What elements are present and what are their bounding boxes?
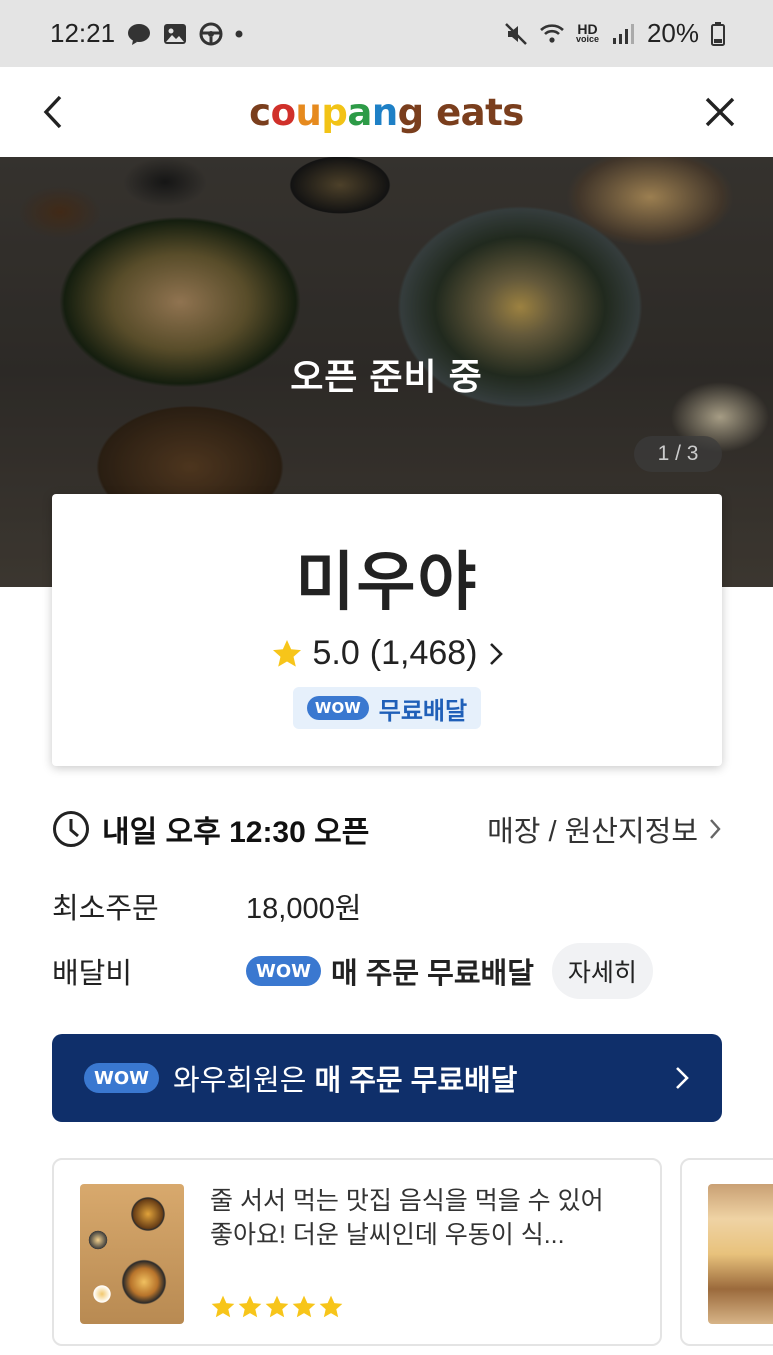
preparing-status-text: 오픈 준비 중 [290, 356, 483, 397]
store-info-card: 미우야 5.0 (1,468) WOW 무료배달 [52, 494, 722, 766]
status-time: 12:21 [50, 18, 116, 48]
rating-link[interactable]: 5.0 (1,468) [52, 634, 722, 673]
chevron-right-icon [710, 819, 721, 839]
review-photo [708, 1184, 773, 1324]
min-order-row: 최소주문 18,000원 [52, 884, 361, 928]
review-photo [80, 1184, 184, 1324]
min-order-value: 18,000원 [246, 893, 362, 925]
review-card[interactable] [680, 1158, 773, 1346]
signal-icon [612, 23, 634, 44]
wifi-icon [540, 23, 564, 43]
star-icon [272, 639, 301, 667]
status-bar: 12:21 HD voice 20% [0, 0, 773, 67]
dot-icon [235, 30, 243, 37]
star-icon [265, 1295, 289, 1318]
wow-badge: WOW [84, 1063, 160, 1093]
review-text: 줄 서서 먹는 맛집 음식을 먹을 수 있어 좋아요! 더운 날씨인데 우동이 … [210, 1187, 604, 1249]
free-delivery-label: 무료배달 [378, 697, 468, 725]
hd-voice-icon: HD voice [575, 20, 599, 44]
star-icon [211, 1295, 235, 1318]
logo-word-coupang: coupang [249, 91, 424, 134]
battery-icon [711, 21, 725, 46]
delivery-fee-row: 배달비 WOW 매 주문 무료배달 자세히 [52, 943, 653, 999]
kakaotalk-icon [128, 23, 151, 45]
store-name: 미우야 [295, 546, 479, 618]
clock-icon [53, 811, 89, 847]
back-arrow-icon[interactable] [38, 93, 72, 131]
review-stars [210, 1294, 344, 1320]
close-icon[interactable] [703, 95, 737, 129]
app-header: coupang eats [0, 67, 773, 157]
rating-score: 5.0 [312, 634, 360, 672]
delivery-detail-button[interactable]: 자세히 [551, 943, 653, 999]
logo-letter: a [347, 90, 372, 134]
chevron-right-icon [489, 642, 503, 665]
logo-letter: u [295, 90, 322, 134]
logo-word-eats: eats [436, 90, 524, 134]
min-order-label: 최소주문 [52, 893, 159, 925]
logo-letter: g [397, 90, 425, 134]
store-origin-info-label: 매장 / 원산지정보 [487, 816, 698, 848]
wow-badge: WOW [246, 956, 322, 986]
hd-sub-label: voice [575, 33, 599, 44]
steering-wheel-icon [199, 22, 223, 45]
wow-membership-banner[interactable]: WOW 와우회원은 매 주문 무료배달 [52, 1034, 722, 1122]
store-details: 내일 오후 12:30 오픈 매장 / 원산지정보 [52, 806, 722, 852]
delivery-fee-label: 배달비 [52, 958, 133, 990]
star-icon [238, 1295, 262, 1318]
store-origin-info-link[interactable]: 매장 / 원산지정보 [487, 808, 722, 850]
hd-label: HD [577, 20, 598, 37]
star-icon [319, 1295, 343, 1318]
review-count: (1,468) [369, 634, 478, 672]
banner-text: 와우회원은 매 주문 무료배달 [173, 1057, 674, 1099]
open-time: 내일 오후 12:30 오픈 [102, 816, 370, 849]
logo-letter: p [321, 90, 348, 134]
logo-letter: n [371, 90, 398, 134]
image-page-counter: 1 / 3 [634, 436, 722, 472]
chevron-right-icon [676, 1067, 689, 1089]
banner-text-plain: 와우회원은 [173, 1065, 315, 1097]
gallery-icon [164, 23, 187, 44]
battery-percent: 20% [646, 18, 699, 48]
star-icon [292, 1295, 316, 1318]
mute-icon [505, 22, 527, 45]
wow-badge: WOW [306, 696, 369, 720]
logo-letter: o [270, 90, 296, 134]
logo-letter: c [249, 90, 271, 134]
free-delivery-badge: WOW 무료배달 [292, 687, 482, 729]
delivery-fee-value: 매 주문 무료배달 [331, 958, 534, 990]
coupang-eats-logo: coupang eats [249, 91, 524, 134]
banner-text-bold: 매 주문 무료배달 [314, 1065, 518, 1097]
review-card[interactable]: 줄 서서 먹는 맛집 음식을 먹을 수 있어 좋아요! 더운 날씨인데 우동이 … [52, 1158, 662, 1346]
